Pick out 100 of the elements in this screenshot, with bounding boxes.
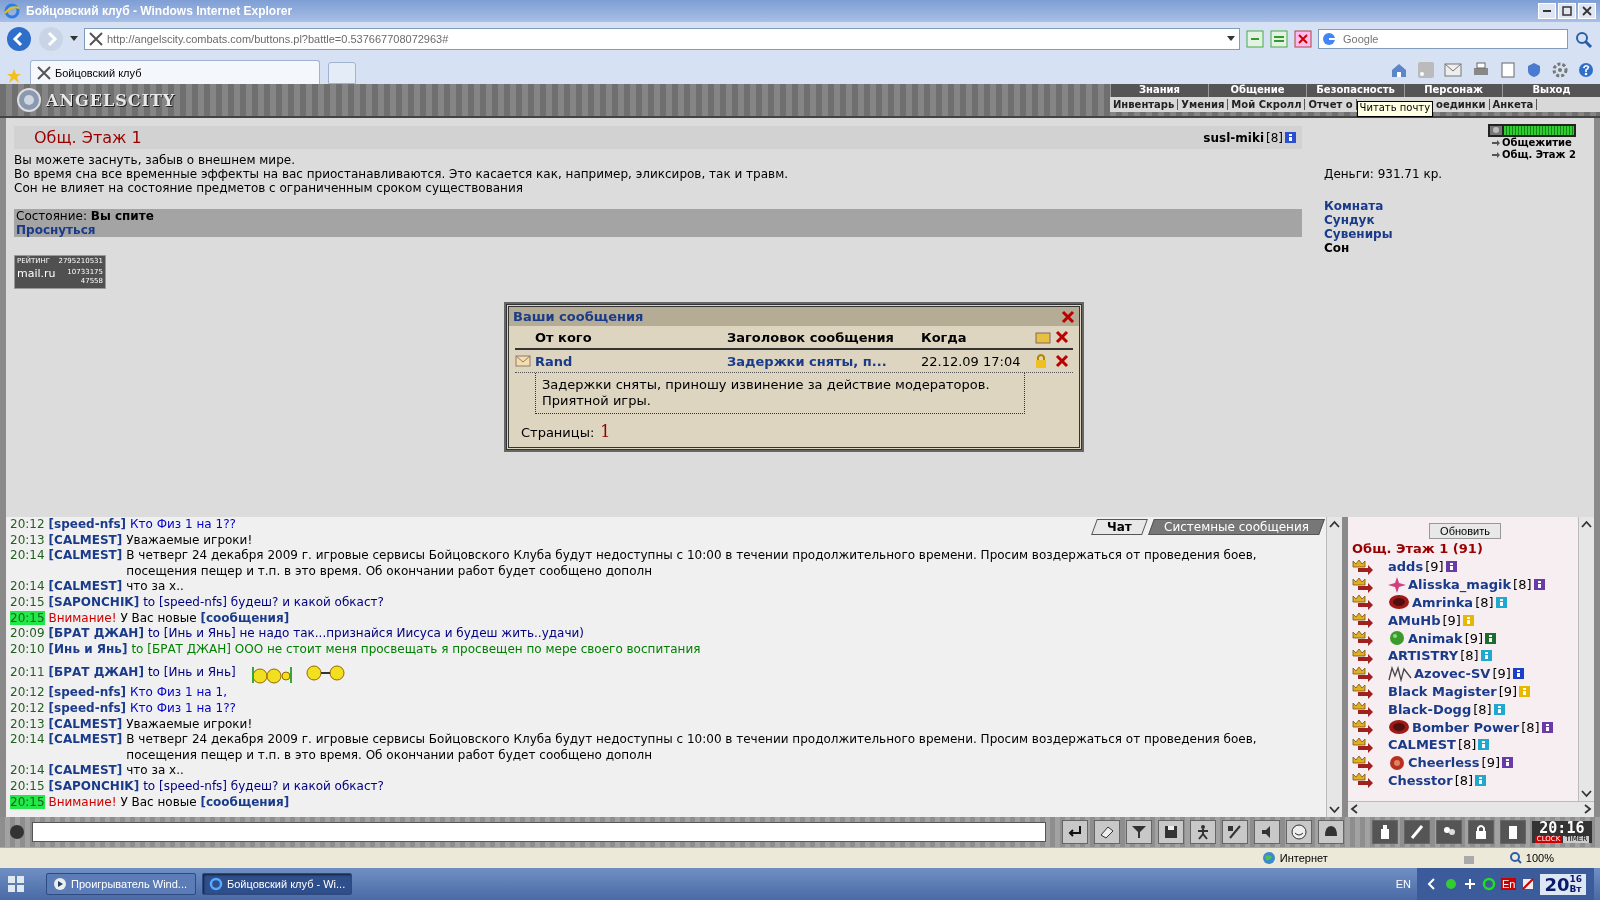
crown-arrow-icon[interactable] xyxy=(1352,576,1374,593)
chat-time[interactable]: 20:15 xyxy=(10,794,45,809)
taskbar-button[interactable]: Проигрыватель Wind... xyxy=(46,873,196,895)
bottle-button[interactable] xyxy=(1371,820,1398,844)
player-name[interactable]: CALMEST xyxy=(1388,737,1456,753)
people-button[interactable] xyxy=(1435,820,1462,844)
chat-time[interactable]: 20:13 xyxy=(10,532,45,549)
crown-arrow-icon[interactable] xyxy=(1352,612,1374,629)
tray-icon[interactable] xyxy=(1443,877,1458,891)
player-name[interactable]: AMuHb xyxy=(1388,612,1441,628)
player-name[interactable]: Cheerless xyxy=(1408,755,1480,771)
crown-arrow-icon[interactable] xyxy=(1352,772,1374,789)
chat-tab[interactable]: Системные сообщения xyxy=(1148,519,1325,535)
chat-time[interactable]: 20:12 xyxy=(10,700,45,717)
submenu-link[interactable]: оединки xyxy=(1433,99,1490,110)
chat-input-field[interactable] xyxy=(32,822,1046,842)
chat-author[interactable]: [CALMEST] xyxy=(48,579,123,595)
player-name[interactable]: ARTISTRY xyxy=(1388,648,1459,664)
maximize-button[interactable] xyxy=(1558,3,1576,19)
submenu-link[interactable]: Инвентарь xyxy=(1110,99,1179,110)
player-name[interactable]: Azovec-SV xyxy=(1414,666,1491,682)
crown-arrow-icon[interactable] xyxy=(1352,647,1374,664)
chat-time[interactable]: 20:12 xyxy=(10,517,45,533)
chat-time[interactable]: 20:14 xyxy=(10,732,45,748)
chat-time[interactable]: 20:14 xyxy=(10,548,45,564)
dropdown-icon[interactable] xyxy=(1227,36,1235,42)
chat-time[interactable]: 20:14 xyxy=(10,763,45,779)
chat-author[interactable]: [CALMEST] xyxy=(48,548,123,564)
info-icon[interactable] xyxy=(1445,561,1457,573)
crown-arrow-icon[interactable] xyxy=(1352,736,1374,753)
crown-arrow-icon[interactable] xyxy=(1352,754,1374,771)
refresh-button[interactable]: Обновить xyxy=(1429,523,1501,539)
helmet-button[interactable] xyxy=(1317,820,1344,844)
player-name[interactable]: Chesstor xyxy=(1388,772,1453,788)
home-icon[interactable] xyxy=(1390,62,1408,78)
delete-icon[interactable] xyxy=(1055,354,1069,368)
subject-link[interactable]: Задержки сняты, п... xyxy=(727,353,921,369)
player-name[interactable]: Amrinka xyxy=(1412,595,1474,610)
figure-button[interactable] xyxy=(1189,820,1216,844)
scroll-button[interactable] xyxy=(1403,820,1430,844)
language-indicator[interactable]: EN xyxy=(1395,878,1411,890)
minimize-button[interactable] xyxy=(1538,3,1556,19)
crown-arrow-icon[interactable] xyxy=(1352,558,1374,575)
chat-author[interactable]: [CALMEST] xyxy=(48,732,123,748)
compatibility-icon[interactable] xyxy=(1246,30,1264,48)
crown-arrow-icon[interactable] xyxy=(1352,701,1374,718)
location-link[interactable]: Общежитие xyxy=(1491,137,1576,149)
smiley-button[interactable] xyxy=(1285,820,1312,844)
player-name[interactable]: Black-Dogg xyxy=(1388,701,1472,717)
messages-link[interactable]: [сообщения] xyxy=(200,794,290,809)
player-name[interactable]: Bomber Power xyxy=(1412,719,1520,735)
info-icon[interactable] xyxy=(1541,721,1553,733)
chat-time[interactable]: 20:11 xyxy=(10,665,45,681)
chat-author[interactable]: [SAPONCHIK] xyxy=(48,594,140,611)
chat-author[interactable]: [CALMEST] xyxy=(48,763,123,779)
submenu-link[interactable]: Отчет о xyxy=(1305,99,1357,110)
scrollbar[interactable] xyxy=(1326,517,1342,817)
chat-time[interactable]: 20:14 xyxy=(10,579,45,595)
submenu-link[interactable]: Умения xyxy=(1178,99,1229,110)
player-name[interactable]: Alisska_magik xyxy=(1408,577,1512,593)
page-link[interactable]: 1 xyxy=(600,422,611,441)
search-icon[interactable] xyxy=(1574,30,1594,48)
chat-author[interactable]: [CALMEST] xyxy=(48,716,123,733)
shield-icon[interactable] xyxy=(1526,62,1542,78)
settings-icon[interactable] xyxy=(1552,62,1568,78)
taskbar-button[interactable]: Бойцовский клуб - Wi... xyxy=(202,873,352,895)
room-link[interactable]: Комната xyxy=(1324,199,1586,213)
chat-author[interactable]: [БРАТ ДЖАН] xyxy=(48,626,144,642)
door-button[interactable] xyxy=(1499,820,1526,844)
crown-arrow-icon[interactable] xyxy=(1352,630,1374,647)
info-icon[interactable] xyxy=(1512,668,1524,680)
keyboard-layout-indicator[interactable]: En xyxy=(1500,878,1517,890)
submenu-link[interactable]: Анкета xyxy=(1489,99,1538,110)
save-button[interactable] xyxy=(1157,820,1184,844)
chat-time[interactable]: 20:12 xyxy=(10,685,45,701)
close-button[interactable] xyxy=(1578,3,1596,19)
eraser-button[interactable] xyxy=(1093,820,1120,844)
chat-author[interactable]: [БРАТ ДЖАН] xyxy=(48,665,144,681)
crown-arrow-icon[interactable] xyxy=(1352,683,1374,700)
start-icon[interactable] xyxy=(6,874,26,894)
chat-author[interactable]: [CALMEST] xyxy=(48,532,123,549)
sender-link[interactable]: Rand xyxy=(535,353,727,369)
chat-time[interactable]: 20:15 xyxy=(10,778,45,795)
chat-time[interactable]: 20:15 xyxy=(10,610,45,625)
tray-icon[interactable] xyxy=(1481,877,1496,891)
favorites-star-icon[interactable] xyxy=(6,68,22,84)
stop-icon[interactable] xyxy=(1294,30,1312,48)
crown-arrow-icon[interactable] xyxy=(1352,665,1374,682)
help-icon[interactable] xyxy=(1578,62,1594,78)
chat-author[interactable]: [speed-nfs] xyxy=(48,517,127,533)
info-icon[interactable] xyxy=(1285,132,1296,143)
scrollbar[interactable] xyxy=(1578,517,1594,801)
chat-author[interactable]: [speed-nfs] xyxy=(48,685,127,701)
wake-link[interactable]: Проснуться xyxy=(16,223,96,237)
tray-icon[interactable] xyxy=(1521,877,1536,891)
room-link[interactable]: Сон xyxy=(1324,241,1586,255)
messages-link[interactable]: [сообщения] xyxy=(200,610,290,625)
slash-button[interactable] xyxy=(1221,820,1248,844)
info-icon[interactable] xyxy=(1533,579,1545,591)
room-link[interactable]: Сувениры xyxy=(1324,227,1586,241)
